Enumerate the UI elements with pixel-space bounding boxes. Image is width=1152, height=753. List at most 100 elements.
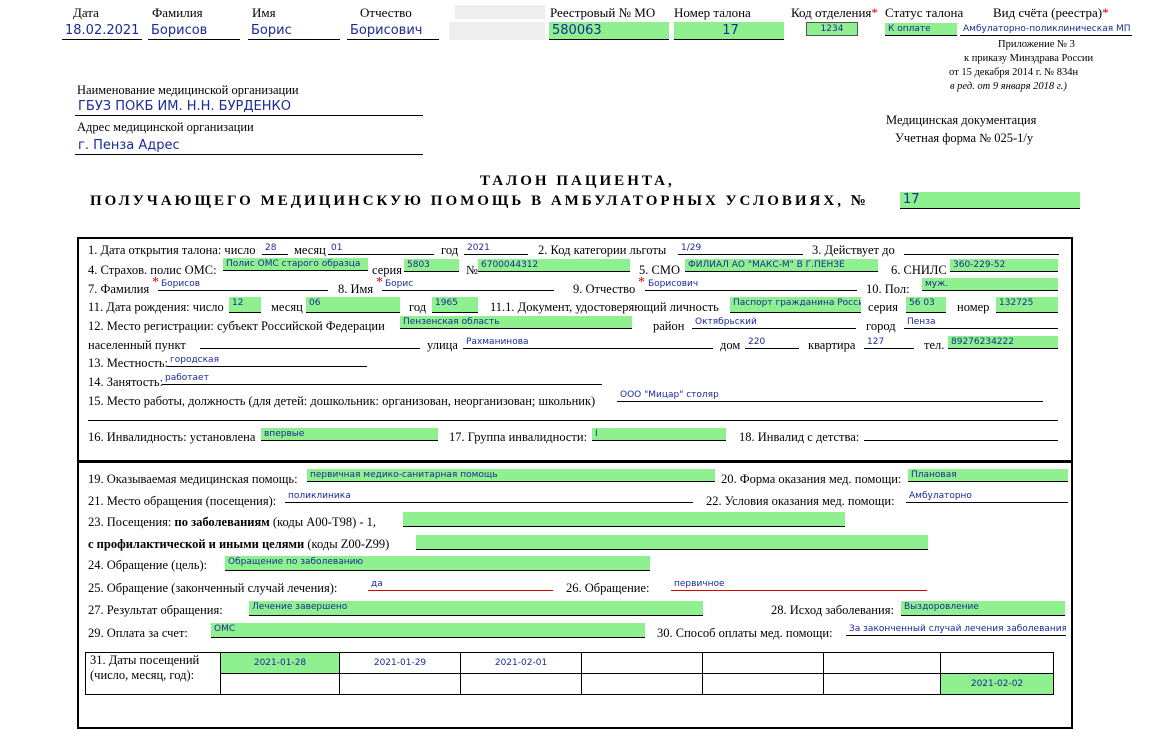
patient-name-field[interactable]: Борис — [382, 278, 554, 291]
ticket-number-field[interactable]: 17 — [674, 22, 784, 40]
birth-year-field[interactable]: 1965 — [432, 297, 478, 313]
payment-method-select[interactable]: За законченный случай лечения заболевани… — [846, 623, 1066, 636]
smo-field[interactable]: ФИЛИАЛ АО "МАКС-М" В Г.ПЕНЗЕ — [685, 259, 878, 272]
registry-field[interactable]: 580063 — [549, 22, 669, 40]
visit-date-cell[interactable] — [702, 652, 824, 674]
visit-dates-label: 31. Даты посещений (число, месяц, год): — [85, 652, 221, 695]
child-disability-label: 18. Инвалид с детства: — [739, 430, 860, 444]
policy-series-field[interactable]: 5803 — [404, 259, 459, 272]
order-line-4: в ред. от 9 января 2018 г.) — [950, 81, 1067, 92]
city-label: город — [866, 319, 896, 333]
form-number-field[interactable]: 17 — [900, 192, 1080, 209]
visit-date-cell[interactable] — [220, 673, 340, 695]
dept-code-field[interactable]: 1234 — [806, 22, 858, 36]
phone-field[interactable]: 89276234222 — [948, 336, 1058, 349]
visit-date-cell[interactable] — [581, 652, 703, 674]
patronymic-field[interactable]: Борисович — [347, 22, 439, 40]
account-type-select[interactable]: Амбулаторно-поликлиническая МП — [960, 23, 1132, 36]
visit-date-cell[interactable]: 2021-01-29 — [339, 652, 461, 674]
form-title-line-2: ПОЛУЧАЮЩЕГО МЕДИЦИНСКУЮ ПОМОЩЬ В АМБУЛАТ… — [90, 193, 869, 209]
org-address-label: Адрес медицинской организации — [77, 120, 254, 134]
snils-label: 6. СНИЛС — [891, 263, 947, 277]
open-year-label: год — [441, 243, 459, 257]
visit-date-cell[interactable]: 2021-02-02 — [940, 673, 1054, 695]
doc-series-label: серия — [868, 300, 898, 314]
date-field[interactable]: 18.02.2021 — [62, 22, 142, 40]
care-form-select[interactable]: Плановая — [908, 469, 1068, 482]
workplace-extra-line — [88, 420, 1058, 421]
care-conditions-label: 22. Условия оказания мед. помощи: — [706, 494, 895, 508]
patronymic-label: Отчество — [360, 5, 412, 20]
appeal-type-select[interactable]: первичное — [671, 578, 927, 591]
visit-date-cell[interactable]: 2021-02-01 — [460, 652, 582, 674]
sex-select[interactable]: муж. — [922, 278, 1058, 291]
status-select[interactable]: К оплате — [885, 23, 957, 36]
patient-surname-field[interactable]: Борисов — [158, 278, 328, 291]
payment-source-select[interactable]: ОМС — [211, 623, 645, 638]
care-conditions-select[interactable]: Амбулаторно — [906, 490, 1068, 503]
outcome-select[interactable]: Выздоровление — [901, 601, 1065, 616]
child-disability-field[interactable] — [864, 428, 1058, 441]
city-field[interactable]: Пенза — [904, 316, 1058, 329]
house-label: дом — [720, 338, 741, 352]
valid-until-label: 3. Действует до — [812, 243, 895, 257]
visit-date-cell[interactable] — [823, 673, 941, 695]
blank-cell-bottom — [449, 22, 545, 40]
benefit-code-field[interactable]: 1/29 — [678, 242, 803, 255]
visit-date-cell[interactable] — [823, 652, 941, 674]
visit-date-cell[interactable] — [581, 673, 703, 695]
oms-policy-field[interactable]: Полис ОМС старого образца — [223, 258, 368, 271]
result-select[interactable]: Лечение завершено — [249, 601, 703, 616]
visit-date-cell[interactable]: 2021-01-28 — [220, 652, 340, 674]
appeal-purpose-select[interactable]: Обращение по заболеванию — [225, 556, 650, 571]
locality-label: населенный пункт — [88, 338, 186, 352]
employment-select[interactable]: работает — [162, 372, 602, 385]
visit-date-cell[interactable] — [702, 673, 824, 695]
valid-until-field[interactable] — [904, 242, 1059, 255]
district-field[interactable]: Октябрьский — [692, 316, 856, 329]
completed-case-select[interactable]: да — [368, 578, 553, 591]
registration-label: 12. Место регистрации: субъект Российско… — [88, 319, 385, 333]
name-field[interactable]: Борис — [248, 22, 340, 40]
employment-label: 14. Занятость: — [88, 375, 164, 389]
visits-prevention-label: с профилактической и иными целями (коды … — [88, 537, 390, 551]
visit-date-cell[interactable] — [940, 652, 1054, 674]
org-address-field[interactable]: г. Пенза Адрес — [75, 137, 423, 155]
open-month-field[interactable]: 01 — [328, 242, 434, 255]
date-label: Дата — [73, 5, 99, 20]
apartment-field[interactable]: 127 — [864, 336, 914, 349]
workplace-field[interactable]: ООО "Мицар" столяр — [617, 389, 1043, 402]
locality-field[interactable] — [200, 336, 420, 349]
open-day-field[interactable]: 28 — [262, 242, 288, 255]
org-name-field[interactable]: ГБУЗ ПОКБ ИМ. Н.Н. БУРДЕНКО — [75, 98, 423, 116]
visit-place-select[interactable]: поликлиника — [285, 490, 693, 503]
care-type-select[interactable]: первичная медико-санитарная помощь — [307, 469, 715, 482]
first-name-label: 8. Имя — [338, 282, 374, 296]
surname-row-label: 7. Фамилия — [88, 282, 150, 296]
visits-prevention-field[interactable] — [416, 535, 928, 550]
patient-patronymic-field[interactable]: Борисович — [645, 278, 857, 291]
visits-disease-field[interactable] — [403, 512, 845, 527]
open-year-field[interactable]: 2021 — [464, 242, 528, 255]
birth-month-field[interactable]: 06 — [306, 297, 400, 313]
snils-field[interactable]: 360-229-52 — [950, 259, 1058, 272]
id-document-select[interactable]: Паспорт гражданина Росси — [730, 297, 861, 313]
birth-date-label: 11. Дата рождения: число — [88, 300, 224, 314]
disability-group-select[interactable]: I — [592, 428, 726, 441]
visit-date-cell[interactable] — [460, 673, 582, 695]
disability-select[interactable]: впервые — [261, 428, 438, 441]
doc-series-field[interactable]: 56 03 — [906, 297, 946, 313]
policy-number-field[interactable]: 6700044312 — [478, 259, 630, 272]
order-line-3: от 15 декабря 2014 г. № 834н — [949, 67, 1079, 78]
region-field[interactable]: Пензенская область — [400, 316, 632, 329]
birth-day-field[interactable]: 12 — [229, 297, 261, 313]
doc-number-field[interactable]: 132725 — [996, 297, 1058, 313]
house-field[interactable]: 220 — [745, 336, 799, 349]
surname-field[interactable]: Борисов — [148, 22, 240, 40]
locality-type-select[interactable]: городская — [167, 354, 367, 367]
visits-disease-label: 23. Посещения: по заболеваниям (коды А00… — [88, 515, 377, 529]
birth-year-label: год — [409, 300, 427, 314]
street-field[interactable]: Рахманинова — [463, 336, 713, 349]
visit-date-cell[interactable] — [339, 673, 461, 695]
sex-label: 10. Пол: — [866, 282, 910, 296]
